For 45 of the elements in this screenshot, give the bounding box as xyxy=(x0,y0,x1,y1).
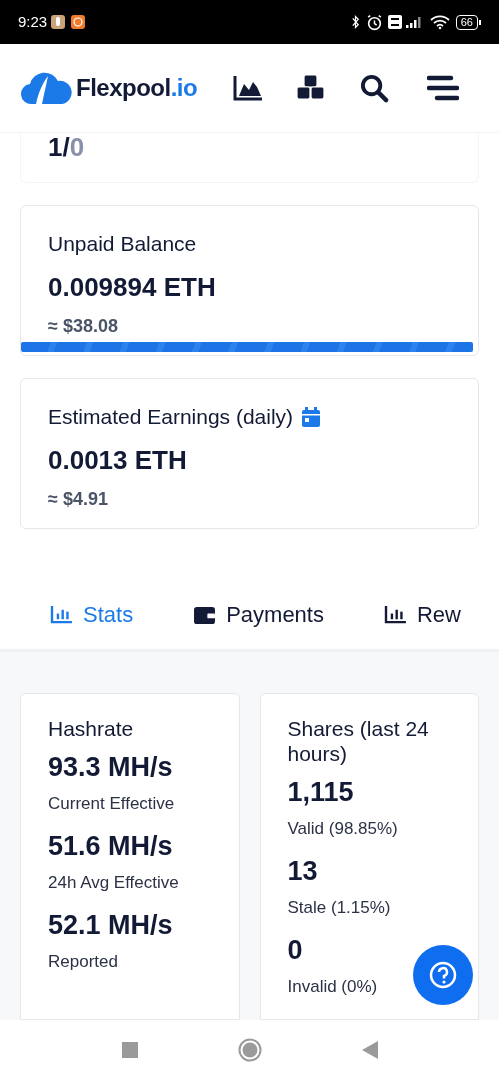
home-icon[interactable] xyxy=(237,1038,262,1062)
bluetooth-icon xyxy=(350,14,360,30)
metric-value: 93.3 MH/s xyxy=(48,751,173,784)
metric-label: Current Effective xyxy=(48,792,175,815)
metric-value: 52.1 MH/s xyxy=(48,909,173,942)
area-chart-icon[interactable] xyxy=(233,75,263,101)
metric-value: 13 xyxy=(287,855,318,888)
app-notification-icon xyxy=(50,14,67,30)
tab[interactable]: Rew xyxy=(353,580,491,649)
alarm-clock-icon xyxy=(365,13,383,31)
metric-label: Reported xyxy=(48,950,118,973)
search-icon[interactable] xyxy=(360,73,389,103)
clock-time: 9:23 xyxy=(18,11,48,32)
metric-label: Stale (1.15%) xyxy=(287,896,391,919)
brand-name[interactable]: Flexpool.io xyxy=(76,70,198,106)
wallet-icon xyxy=(193,604,217,625)
metric-label: Valid (98.85%) xyxy=(287,817,398,840)
card-value: 1/0 xyxy=(48,133,85,161)
card-value: 0.0013 ETH xyxy=(48,443,188,477)
metric-value: 0 xyxy=(287,934,303,967)
metric-label: Invalid (0%) xyxy=(287,975,378,998)
card-value: 0.009894 ETH xyxy=(48,270,217,304)
fiat-value: ≈ $38.08 xyxy=(48,314,119,338)
app-notification-icon xyxy=(70,14,87,30)
battery-icon: 66 xyxy=(455,14,481,30)
question-icon xyxy=(428,960,458,990)
wifi-icon xyxy=(429,14,450,30)
cubes-icon[interactable] xyxy=(296,74,326,102)
metric-label: 24h Avg Effective xyxy=(48,871,179,894)
cloud-logo-icon[interactable] xyxy=(20,71,72,105)
metric-value: 1,115 xyxy=(287,776,354,809)
network-type-icon xyxy=(387,15,402,29)
bar-chart-icon xyxy=(50,605,73,624)
card-title: Hashrate xyxy=(48,716,134,741)
card-title: Estimated Earnings (daily) xyxy=(48,404,294,430)
card-title: Unpaid Balance xyxy=(48,231,197,257)
card-title: Shares (last 24 hours) xyxy=(287,716,430,766)
back-icon[interactable] xyxy=(361,1041,378,1059)
metric-value: 51.6 MH/s xyxy=(48,830,173,863)
recents-icon[interactable] xyxy=(121,1042,138,1058)
fiat-value: ≈ $4.91 xyxy=(48,487,109,511)
bar-chart-icon xyxy=(383,605,407,624)
menu-icon[interactable] xyxy=(427,75,459,101)
tab[interactable]: Payments xyxy=(163,580,354,649)
calendar-icon[interactable] xyxy=(301,405,322,428)
